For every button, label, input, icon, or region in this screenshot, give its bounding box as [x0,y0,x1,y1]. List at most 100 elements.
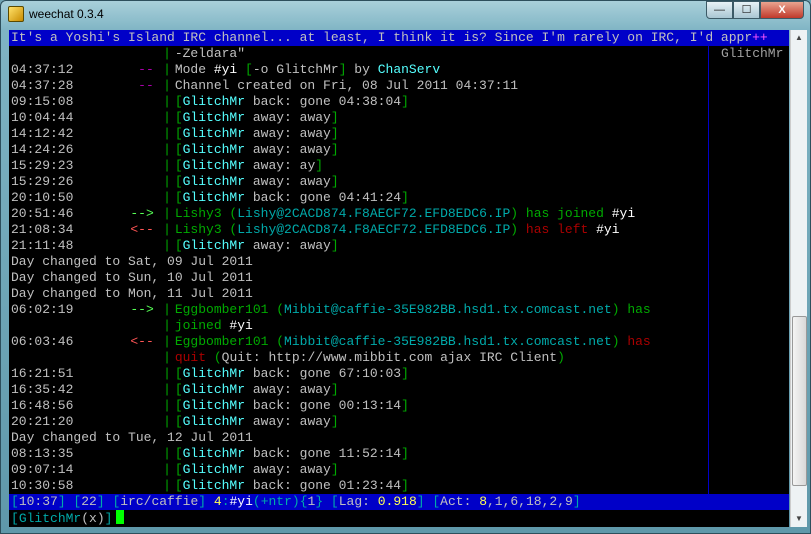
line-prefix: -- [138,62,154,77]
message-segment: [ [174,238,183,253]
prompt-close: ] [104,511,113,526]
message-segment: ] [330,462,339,477]
message-segment: GlitchMr [182,398,246,413]
prompt-mode: (x) [81,511,105,526]
scroll-up-arrow-icon[interactable]: ▲ [791,30,807,46]
day-change-text: Day changed to Sat, 09 Jul 2011 [11,254,253,269]
message-segment: Mode [174,62,214,77]
message-segment: away: away [245,110,331,125]
status-segment: 8 [479,494,487,509]
prefix-separator: | [163,222,171,237]
prefix-separator: | [163,350,171,365]
message-segment: ] [330,142,339,157]
timestamp: 15:29:23 [11,158,74,173]
timestamp: 04:37:28 [11,78,74,93]
timestamp: 21:11:48 [11,238,74,253]
chat-line: 10:04:44 | [GlitchMr away: away] [11,110,707,126]
chat-line: 16:48:56 | [GlitchMr back: gone 00:13:14] [11,398,707,414]
maximize-button[interactable]: ☐ [733,1,760,19]
chat-line: 09:07:14 | [GlitchMr away: away] [11,462,707,478]
message-segment: [ [174,414,183,429]
status-segment: : [221,494,230,509]
prompt-open: [ [11,511,19,526]
message-segment: GlitchMr [182,190,246,205]
message: [GlitchMr back: gone 04:41:24] [175,190,409,206]
message-segment: [ [174,174,183,189]
message-segment: #yi [213,62,246,77]
message-segment: ] [330,126,339,141]
title-bar[interactable]: weechat 0.3.4 — ☐ X [1,1,810,29]
prefix-separator: | [163,94,171,109]
message-segment: [ [174,446,183,461]
nicklist-item[interactable]: GlitchMr [721,46,783,62]
nicklist-separator [708,46,709,494]
line-prefix: <-- [130,222,154,237]
prefix-separator: | [163,110,171,125]
chat-line: 15:29:26 | [GlitchMr away: away] [11,174,707,190]
message-segment: [ [174,190,183,205]
status-segment: 0.918 [377,494,417,509]
close-button[interactable]: X [760,1,804,19]
status-segment: Lag: [338,494,378,509]
message-segment: Mibbit@caffie-35E982BB.hsd1.tx.comcast.n… [284,302,612,317]
prefix-separator: | [163,174,171,189]
prefix-separator: | [163,158,171,173]
prefix-separator: | [163,414,171,429]
chat-line: Day changed to Mon, 11 Jul 2011 [11,286,707,302]
line-prefix: <-- [130,334,154,349]
message-segment: ) [510,222,526,237]
scroll-down-arrow-icon[interactable]: ▼ [791,511,807,527]
message-segment: away: ay [245,158,316,173]
message-segment: joined [174,318,230,333]
message: -Zeldara" [175,46,245,62]
timestamp: 14:12:42 [11,126,74,141]
scrollbar-thumb[interactable] [792,316,807,486]
status-segment: } [ [315,494,339,509]
message-segment: ] [401,478,409,493]
status-segment: [ [11,494,19,509]
message-segment: [ [174,366,183,381]
message-segment: ] [330,174,339,189]
status-segment: ] [ [96,494,121,509]
chat-buffer: | -Zeldara" 04:37:12 -- | Mode #yi [-o Glitch… [11,46,707,494]
timestamp: 20:10:50 [11,190,74,205]
message-segment: [ [174,142,183,157]
message-segment: away: away [245,142,331,157]
chat-line: | -Zeldara" [11,46,707,62]
chat-line: | quit (Quit: http://www.mibbit.com ajax … [11,350,707,366]
terminal[interactable]: It's a Yoshi's Island IRC channel... at … [9,30,789,527]
message: [GlitchMr away: away] [175,110,339,126]
status-segment: irc/caffie [120,494,199,509]
message: [GlitchMr away: away] [175,174,339,190]
chat-line: 09:15:08 | [GlitchMr back: gone 04:38:04] [11,94,707,110]
message-segment: ( [276,334,285,349]
message-segment: ] [401,94,409,109]
message-segment: [ [174,158,183,173]
timestamp: 04:37:12 [11,62,74,77]
timestamp: 16:35:42 [11,382,74,397]
minimize-button[interactable]: — [706,1,733,19]
message-segment: Quit: http://www.mibbit.com ajax IRC Cli… [221,350,558,365]
message-segment: ) [557,350,565,365]
message-segment: quit [174,350,214,365]
scrollbar[interactable]: ▲ ▼ [790,30,807,527]
message: [GlitchMr away: away] [175,126,339,142]
chat-line: 10:30:58 | [GlitchMr back: gone 01:23:44] [11,478,707,494]
window-title: weechat 0.3.4 [29,7,104,21]
timestamp: 06:03:46 [11,334,74,349]
message: joined #yi [175,318,253,334]
chat-line: 21:11:48 | [GlitchMr away: away] [11,238,707,254]
input-bar[interactable]: [GlitchMr(x)] [11,510,125,526]
chat-line: Day changed to Sat, 09 Jul 2011 [11,254,707,270]
message-segment: ] [401,366,409,381]
message-segment: Lishy3 [174,206,230,221]
chat-line: 06:03:46 <-- | Eggbomber101 (Mibbit@caffie-… [11,334,707,350]
message: quit (Quit: http://www.mibbit.com ajax I… [175,350,565,366]
message-segment: ( [213,350,222,365]
message-segment: GlitchMr [182,414,246,429]
status-segment: #yi [229,494,253,509]
message: Mode #yi [-o GlitchMr] by ChanServ [175,62,440,78]
prefix-separator: | [163,302,171,317]
message: [GlitchMr away: away] [175,142,339,158]
message: [GlitchMr back: gone 11:52:14] [175,446,409,462]
